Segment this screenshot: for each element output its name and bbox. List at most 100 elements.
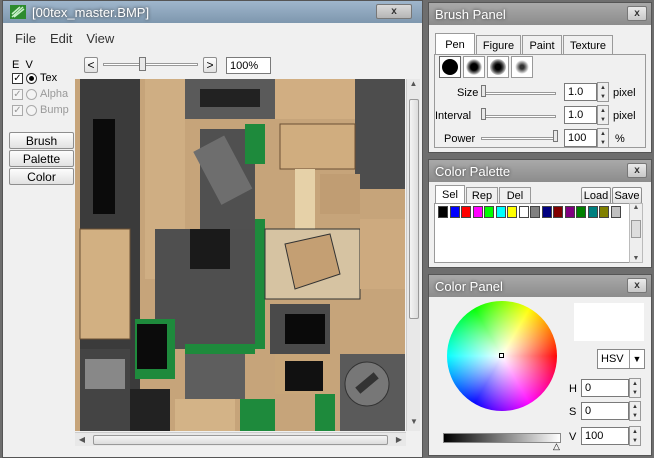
menu-file[interactable]: File: [15, 31, 36, 51]
palette-panel-button[interactable]: Palette: [9, 150, 74, 167]
palette-scroll-thumb[interactable]: [631, 220, 641, 238]
menu-edit[interactable]: Edit: [50, 31, 72, 51]
zoom-slider-thumb[interactable]: [139, 57, 146, 71]
palette-swatch[interactable]: [553, 206, 563, 218]
layer-checkbox[interactable]: ✓: [12, 104, 23, 116]
brush-shape-soft[interactable]: [463, 56, 485, 78]
palette-swatch[interactable]: [507, 206, 517, 218]
zoom-slider[interactable]: [103, 63, 198, 66]
h-value[interactable]: 0: [581, 379, 629, 397]
palette-swatch[interactable]: [495, 206, 506, 218]
brush-panel-button[interactable]: Brush: [9, 132, 74, 149]
palette-swatch[interactable]: [449, 206, 460, 218]
layer-checkbox[interactable]: ✓: [12, 88, 23, 100]
color-wheel-marker[interactable]: [499, 353, 504, 358]
spin-down-icon[interactable]: ▼: [632, 390, 638, 396]
palette-swatch[interactable]: [438, 206, 448, 218]
layer-radio[interactable]: [26, 72, 37, 84]
brush-shape-scatter[interactable]: [511, 56, 533, 78]
color-panel-button[interactable]: Color: [9, 168, 74, 185]
palette-tab-sel[interactable]: Sel: [435, 185, 465, 203]
tab-texture[interactable]: Texture: [563, 35, 613, 55]
spin-up-icon[interactable]: ▲: [632, 429, 638, 435]
value-gradient-bar[interactable]: [443, 433, 561, 443]
palette-swatch[interactable]: [541, 206, 552, 218]
interval-stepper[interactable]: ▲ ▼: [597, 105, 609, 125]
palette-swatch[interactable]: [484, 206, 494, 218]
brush-panel-titlebar[interactable]: Brush Panel x: [429, 3, 651, 25]
scroll-down-icon[interactable]: ▼: [630, 255, 642, 262]
palette-swatch[interactable]: [576, 206, 586, 218]
main-close-button[interactable]: x: [376, 4, 412, 19]
size-slider[interactable]: [481, 92, 556, 95]
zoom-out-button[interactable]: <: [84, 57, 98, 73]
palette-tab-del[interactable]: Del: [499, 187, 531, 204]
scroll-up-icon[interactable]: ▲: [407, 79, 420, 93]
layer-radio[interactable]: [26, 104, 37, 116]
palette-tab-rep[interactable]: Rep: [466, 187, 498, 204]
color-mode-select[interactable]: HSV ▼: [597, 349, 645, 369]
scroll-down-icon[interactable]: ▼: [407, 417, 421, 431]
spin-down-icon[interactable]: ▼: [632, 413, 638, 419]
tab-figure[interactable]: Figure: [476, 35, 521, 55]
palette-scrollbar[interactable]: ▲ ▼: [629, 203, 643, 263]
spin-up-icon[interactable]: ▲: [600, 108, 606, 114]
vertical-scroll-thumb[interactable]: [409, 99, 419, 319]
scroll-right-icon[interactable]: ▶: [392, 433, 406, 447]
palette-swatch[interactable]: [599, 206, 609, 218]
main-titlebar[interactable]: [00tex_master.BMP] x: [3, 1, 422, 23]
spin-down-icon[interactable]: ▼: [600, 94, 606, 100]
color-wheel[interactable]: [447, 301, 557, 411]
power-slider-thumb[interactable]: [553, 130, 558, 142]
palette-swatch[interactable]: [587, 206, 598, 218]
palette-swatch[interactable]: [530, 206, 540, 218]
v-stepper[interactable]: ▲ ▼: [629, 426, 641, 446]
palette-load-button[interactable]: Load: [581, 187, 611, 204]
chevron-down-icon[interactable]: ▼: [629, 350, 644, 368]
interval-slider[interactable]: [481, 115, 556, 118]
layer-checkbox[interactable]: ✓: [12, 72, 23, 84]
size-stepper[interactable]: ▲ ▼: [597, 82, 609, 102]
brush-shape-spray[interactable]: [487, 56, 509, 78]
layer-row-bump[interactable]: ✓ Bump: [12, 103, 69, 117]
layer-row-tex[interactable]: ✓ Tex: [12, 71, 57, 85]
spin-up-icon[interactable]: ▲: [632, 404, 638, 410]
power-stepper[interactable]: ▲ ▼: [597, 128, 609, 148]
palette-swatch[interactable]: [518, 206, 529, 218]
power-slider[interactable]: [481, 137, 556, 140]
palette-swatch[interactable]: [564, 206, 575, 218]
scroll-up-icon[interactable]: ▲: [630, 204, 642, 211]
texture-canvas[interactable]: [75, 79, 405, 431]
palette-swatch[interactable]: [610, 206, 621, 218]
v-value[interactable]: 100: [581, 427, 629, 445]
color-palette-close-button[interactable]: x: [627, 163, 647, 178]
interval-slider-thumb[interactable]: [481, 108, 486, 120]
tab-pen[interactable]: Pen: [435, 33, 475, 55]
horizontal-scrollbar[interactable]: ◀ ▶: [75, 432, 406, 446]
brush-shape-solid[interactable]: [439, 56, 461, 78]
layer-row-alpha[interactable]: ✓ Alpha: [12, 87, 68, 101]
brush-panel-close-button[interactable]: x: [627, 6, 647, 21]
size-value[interactable]: 1.0: [564, 83, 597, 101]
color-panel-titlebar[interactable]: Color Panel x: [429, 275, 651, 297]
s-value[interactable]: 0: [581, 402, 629, 420]
spin-up-icon[interactable]: ▲: [632, 381, 638, 387]
spin-down-icon[interactable]: ▼: [600, 140, 606, 146]
spin-down-icon[interactable]: ▼: [632, 438, 638, 444]
scroll-left-icon[interactable]: ◀: [75, 433, 89, 447]
vertical-scrollbar[interactable]: ▲ ▼: [406, 79, 420, 431]
zoom-in-button[interactable]: >: [203, 57, 217, 73]
palette-save-button[interactable]: Save: [612, 187, 642, 204]
power-value[interactable]: 100: [564, 129, 597, 147]
horizontal-scroll-thumb[interactable]: [93, 435, 388, 445]
value-marker-icon[interactable]: △: [553, 441, 560, 452]
size-slider-thumb[interactable]: [481, 85, 486, 97]
menu-view[interactable]: View: [86, 31, 114, 51]
zoom-value[interactable]: 100%: [226, 57, 271, 74]
layer-radio[interactable]: [26, 88, 37, 100]
color-panel-close-button[interactable]: x: [627, 278, 647, 293]
color-palette-titlebar[interactable]: Color Palette x: [429, 160, 651, 182]
palette-swatch[interactable]: [472, 206, 483, 218]
tab-paint[interactable]: Paint: [522, 35, 562, 55]
s-stepper[interactable]: ▲ ▼: [629, 401, 641, 421]
